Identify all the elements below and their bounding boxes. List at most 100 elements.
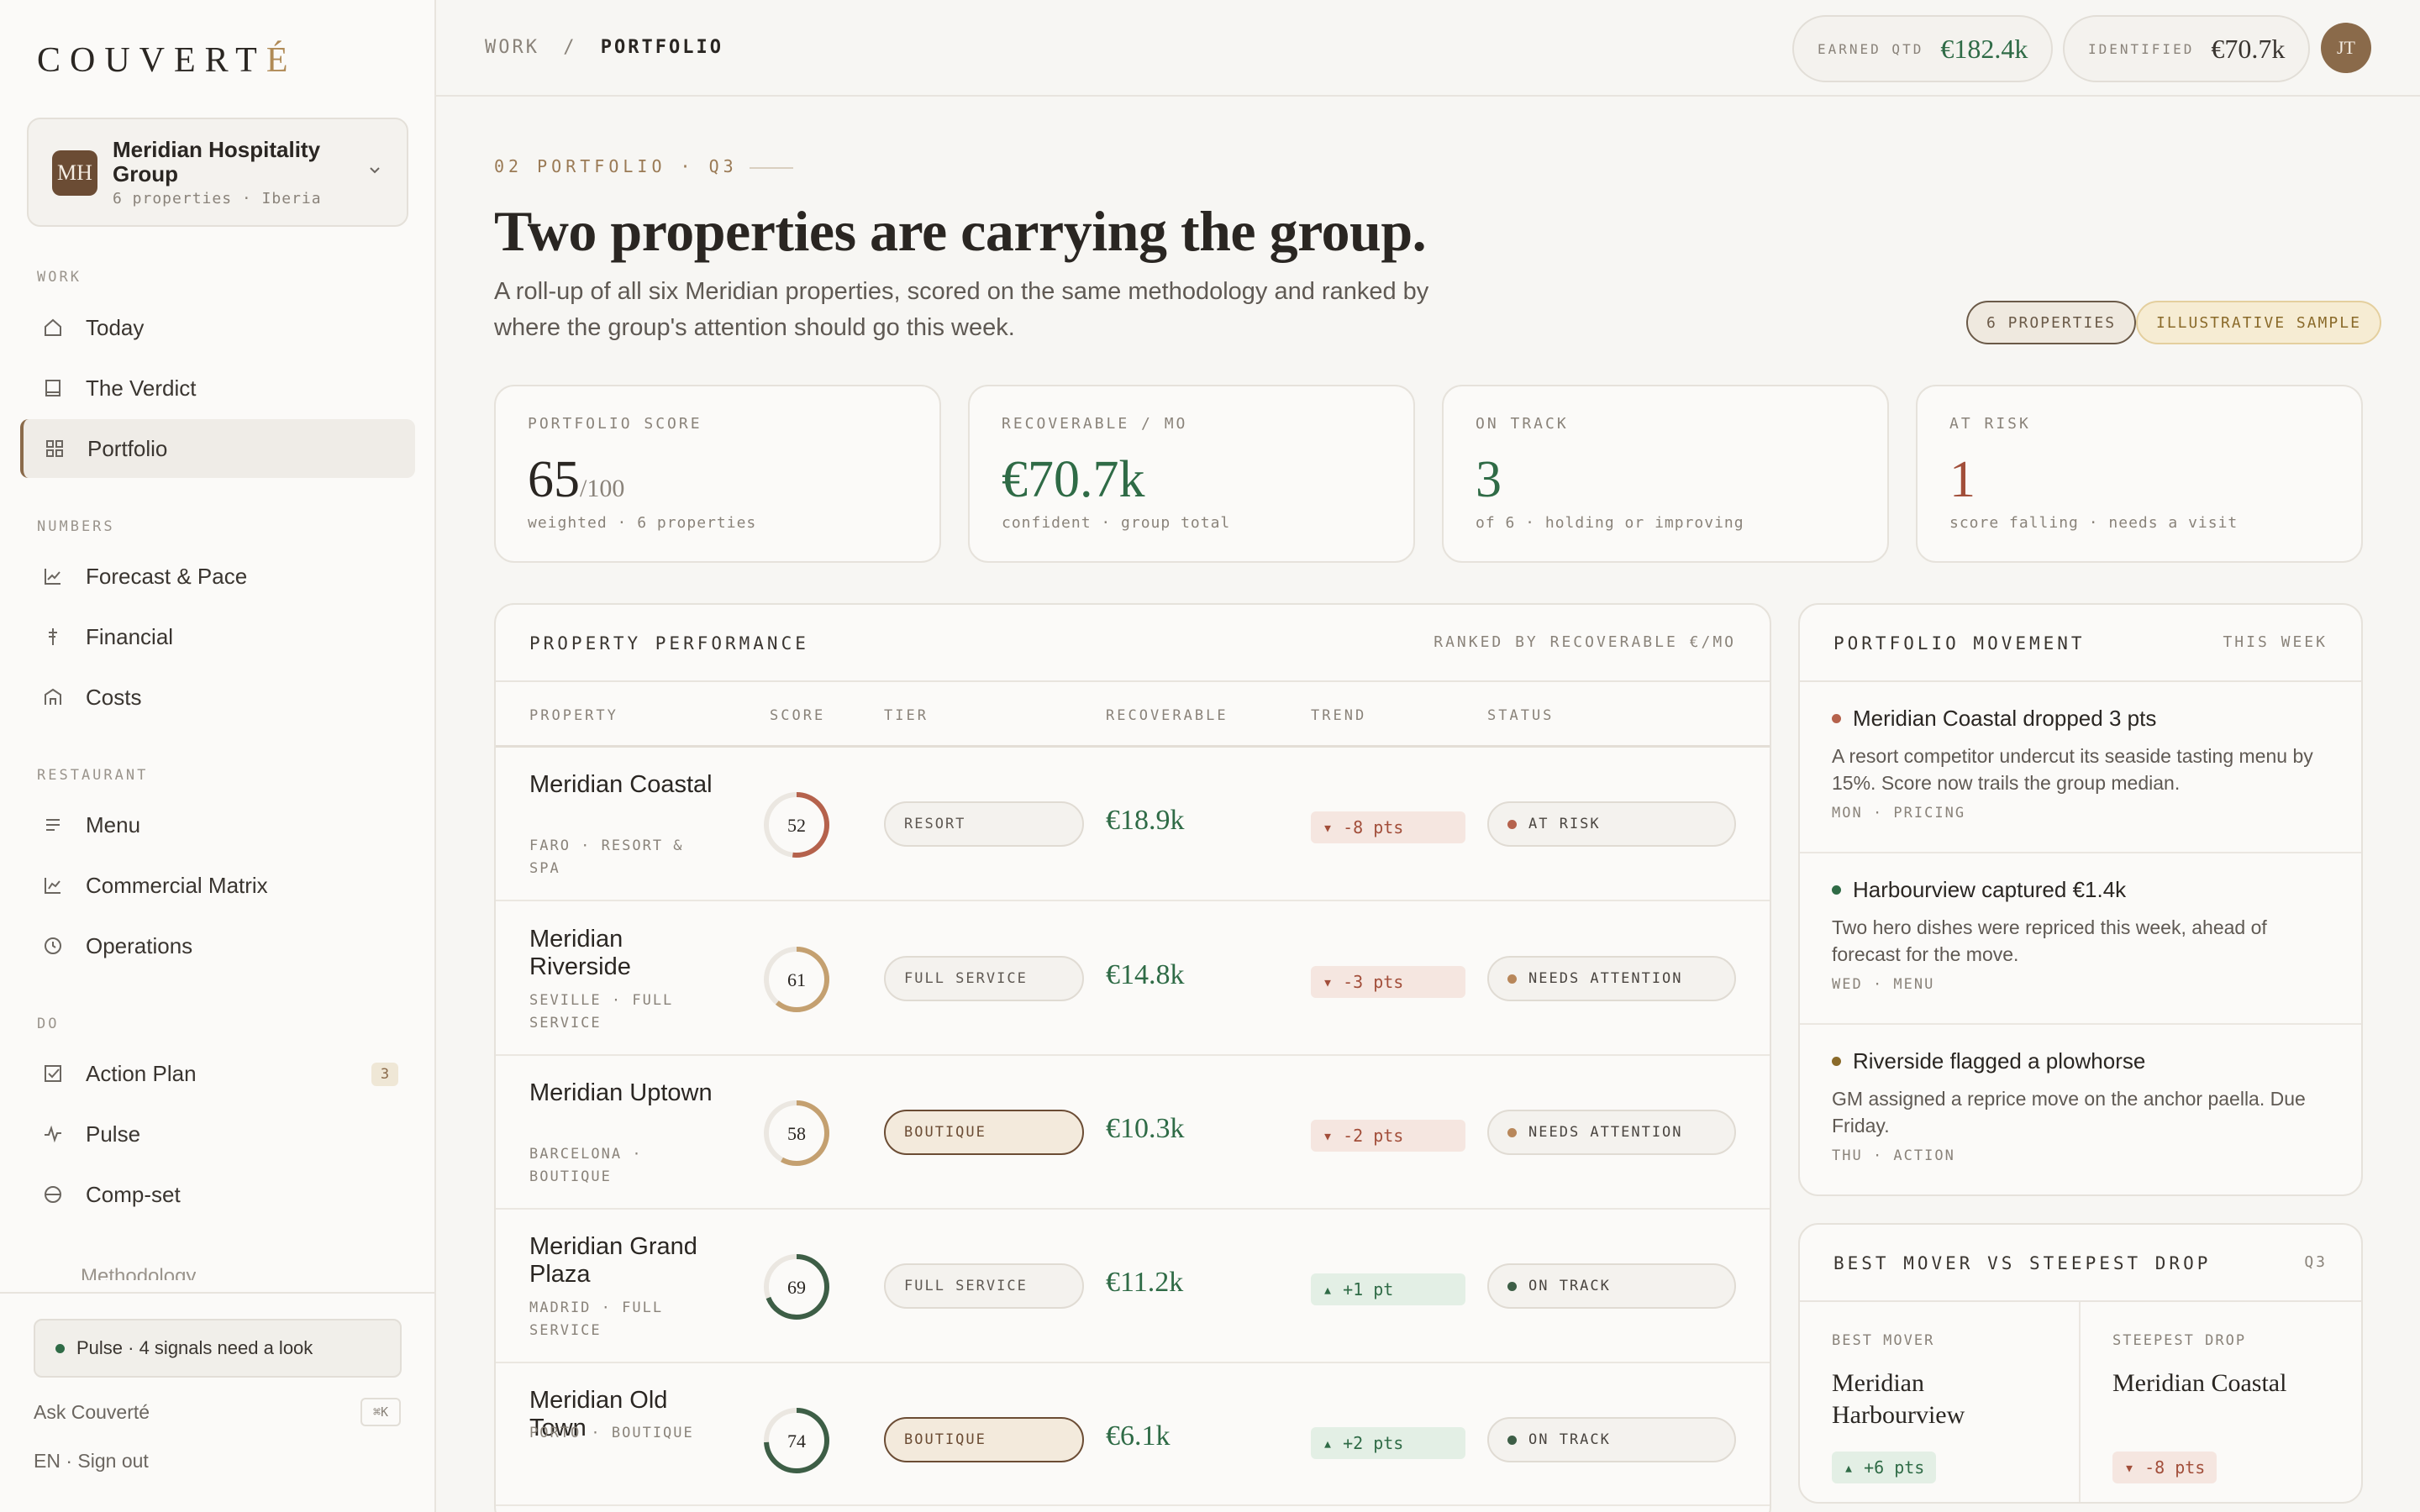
- nav-section-numbers: NUMBERS: [37, 518, 115, 535]
- score-value: 61: [787, 969, 806, 990]
- movement-body: A resort competitor undercut its seaside…: [1832, 745, 2313, 794]
- recoverable-value: €18.9k: [1106, 805, 1185, 836]
- brand-logo[interactable]: COUVERTÉ: [37, 40, 297, 81]
- status-dot-icon: [1832, 885, 1841, 895]
- score-ring: 69: [764, 1254, 829, 1320]
- score-ring: 58: [764, 1100, 829, 1166]
- identified-value: €70.7k: [2211, 33, 2286, 64]
- property-performance-table: PROPERTY PERFORMANCE RANKED BY RECOVERAB…: [494, 603, 1771, 1512]
- tier-badge: FULL SERVICE: [884, 956, 1084, 1001]
- property-name[interactable]: Meridian Riverside: [529, 926, 714, 981]
- nav-item-costs[interactable]: Costs: [20, 668, 415, 727]
- kpi-value: 65/100: [528, 450, 624, 510]
- topbar: WORK / PORTFOLIO EARNED QTD €182.4k IDEN…: [436, 0, 2420, 97]
- recoverable-value: €14.8k: [1106, 959, 1185, 990]
- grid-icon: [42, 436, 67, 461]
- best-mover-delta: ▴ +6 pts: [1832, 1452, 1937, 1483]
- movement-title: Riverside flagged a plowhorse: [1832, 1048, 2145, 1074]
- nav-item-action-plan[interactable]: Action Plan 3: [20, 1044, 415, 1103]
- column-header-score[interactable]: SCORE: [770, 707, 825, 724]
- nav-item-verdict[interactable]: The Verdict: [20, 359, 415, 417]
- page-title: Two properties are carrying the group.: [494, 199, 1427, 263]
- pulse-signal-pill[interactable]: Pulse · 4 signals need a look: [34, 1319, 402, 1378]
- movement-item[interactable]: Meridian Coastal dropped 3 pts A resort …: [1800, 682, 2361, 853]
- best-mover-column[interactable]: BEST MOVER Meridian Harbourview ▴ +6 pts: [1800, 1302, 2081, 1502]
- kpi-label: ON TRACK: [1476, 415, 1569, 433]
- nav-item-pulse[interactable]: Pulse: [20, 1105, 415, 1163]
- table-row[interactable]: Meridian Coastal FARO · RESORT & SPA 52 RES…: [496, 748, 1770, 901]
- status-badge: ON TRACK: [1487, 1263, 1736, 1309]
- eyebrow-text: 02 PORTFOLIO · Q3: [494, 156, 738, 176]
- nav-item-label: Financial: [86, 623, 174, 649]
- table-row[interactable]: Meridian Riverside SEVILLE · FULL SERVICE…: [496, 902, 1770, 1056]
- status-badge: ON TRACK: [1487, 1417, 1736, 1462]
- score-ring: 74: [764, 1408, 829, 1473]
- list-icon: [40, 812, 66, 837]
- column-header-trend[interactable]: TREND: [1311, 707, 1366, 724]
- building-icon: [40, 685, 66, 710]
- page-eyebrow: 02 PORTFOLIO · Q3: [494, 156, 793, 176]
- nav-item-label: Today: [86, 314, 145, 340]
- nav-item-comp-set[interactable]: Comp-set: [20, 1165, 415, 1224]
- table-row[interactable]: Meridian Old Town PORTO · BOUTIQUE 74 BOUTI…: [496, 1363, 1770, 1506]
- nav-item-financial[interactable]: Financial: [20, 607, 415, 666]
- movement-body: Two hero dishes were repriced this week,…: [1832, 916, 2267, 965]
- status-badge: AT RISK: [1487, 801, 1736, 847]
- status-dot-icon: [55, 1343, 65, 1353]
- column-header-tier[interactable]: TIER: [884, 707, 929, 724]
- properties-count-tag: 6 PROPERTIES: [1966, 301, 2137, 344]
- panel-period: Q3: [2304, 1253, 2328, 1271]
- nav-item-operations[interactable]: Operations: [20, 916, 415, 975]
- movement-title: Meridian Coastal dropped 3 pts: [1832, 706, 2156, 732]
- user-avatar[interactable]: JT: [2321, 23, 2371, 73]
- score-value: 74: [787, 1431, 806, 1452]
- movement-meta: WED · MENU: [1832, 976, 1935, 993]
- org-switcher[interactable]: MH Meridian Hospitality Group 6 properti…: [27, 118, 408, 227]
- breadcrumb-parent[interactable]: WORK: [485, 37, 539, 58]
- steepest-drop-column[interactable]: STEEPEST DROP Meridian Coastal ▾ -8 pts: [2081, 1302, 2361, 1502]
- identified-pill[interactable]: IDENTIFIED €70.7k: [2063, 15, 2311, 82]
- status-dot-icon: [1507, 819, 1517, 829]
- property-meta: BARCELONA · BOUTIQUE: [529, 1146, 643, 1185]
- nav-item-methodology[interactable]: Methodology: [81, 1265, 196, 1280]
- table-row[interactable]: Meridian Grand Plaza MADRID · FULL SERVIC…: [496, 1210, 1770, 1363]
- kpi-value-number: 65: [528, 451, 580, 508]
- status-text: AT RISK: [1528, 816, 1601, 832]
- earned-qtd-pill[interactable]: EARNED QTD €182.4k: [1792, 15, 2054, 82]
- ask-couverte-link[interactable]: Ask Couverté: [34, 1401, 150, 1424]
- movement-body: GM assigned a reprice move on the anchor…: [1832, 1088, 2306, 1137]
- recoverable-value: €6.1k: [1106, 1420, 1171, 1452]
- nav-item-label: Forecast & Pace: [86, 563, 248, 589]
- eyebrow-rule: [749, 166, 793, 169]
- movement-item[interactable]: Harbourview captured €1.4k Two hero dish…: [1800, 853, 2361, 1025]
- property-meta: SEVILLE · FULL SERVICE: [529, 992, 674, 1032]
- nav-item-forecast[interactable]: Forecast & Pace: [20, 547, 415, 606]
- property-name[interactable]: Meridian Coastal: [529, 771, 714, 799]
- column-header-recoverable[interactable]: RECOVERABLE: [1106, 707, 1228, 724]
- nav-item-label: Commercial Matrix: [86, 872, 268, 898]
- column-header-status[interactable]: STATUS: [1487, 707, 1554, 724]
- column-header-property[interactable]: PROPERTY: [529, 707, 618, 724]
- nav-item-today[interactable]: Today: [20, 298, 415, 357]
- property-meta: FARO · RESORT & SPA: [529, 837, 684, 877]
- best-mover-name: Meridian Harbourview: [1832, 1369, 1965, 1429]
- brand-accent: É: [266, 41, 297, 80]
- table-row[interactable]: Meridian Uptown BARCELONA · BOUTIQUE 58 BOU…: [496, 1056, 1770, 1210]
- status-dot-icon: [1507, 1127, 1517, 1137]
- nav-item-menu[interactable]: Menu: [20, 795, 415, 854]
- sign-out-link[interactable]: EN · Sign out: [34, 1450, 149, 1473]
- document-icon: [40, 375, 66, 401]
- best-mover-panel: BEST MOVER VS STEEPEST DROP Q3 BEST MOVE…: [1798, 1223, 2363, 1504]
- property-meta: PORTO · BOUTIQUE: [529, 1425, 694, 1441]
- currency-icon: [40, 624, 66, 649]
- nav-item-label: Comp-set: [86, 1181, 181, 1207]
- nav-item-label: Pulse: [86, 1121, 141, 1147]
- property-name[interactable]: Meridian Grand Plaza: [529, 1233, 714, 1289]
- nav-item-portfolio[interactable]: Portfolio: [20, 419, 415, 478]
- property-name[interactable]: Meridian Uptown: [529, 1079, 714, 1107]
- best-mover-label: BEST MOVER: [1832, 1332, 1935, 1349]
- status-dot-icon: [1507, 1435, 1517, 1445]
- nav-item-commercial-matrix[interactable]: Commercial Matrix: [20, 856, 415, 915]
- movement-item[interactable]: Riverside flagged a plowhorse GM assigne…: [1800, 1025, 2361, 1194]
- steepest-drop-delta: ▾ -8 pts: [2112, 1452, 2217, 1483]
